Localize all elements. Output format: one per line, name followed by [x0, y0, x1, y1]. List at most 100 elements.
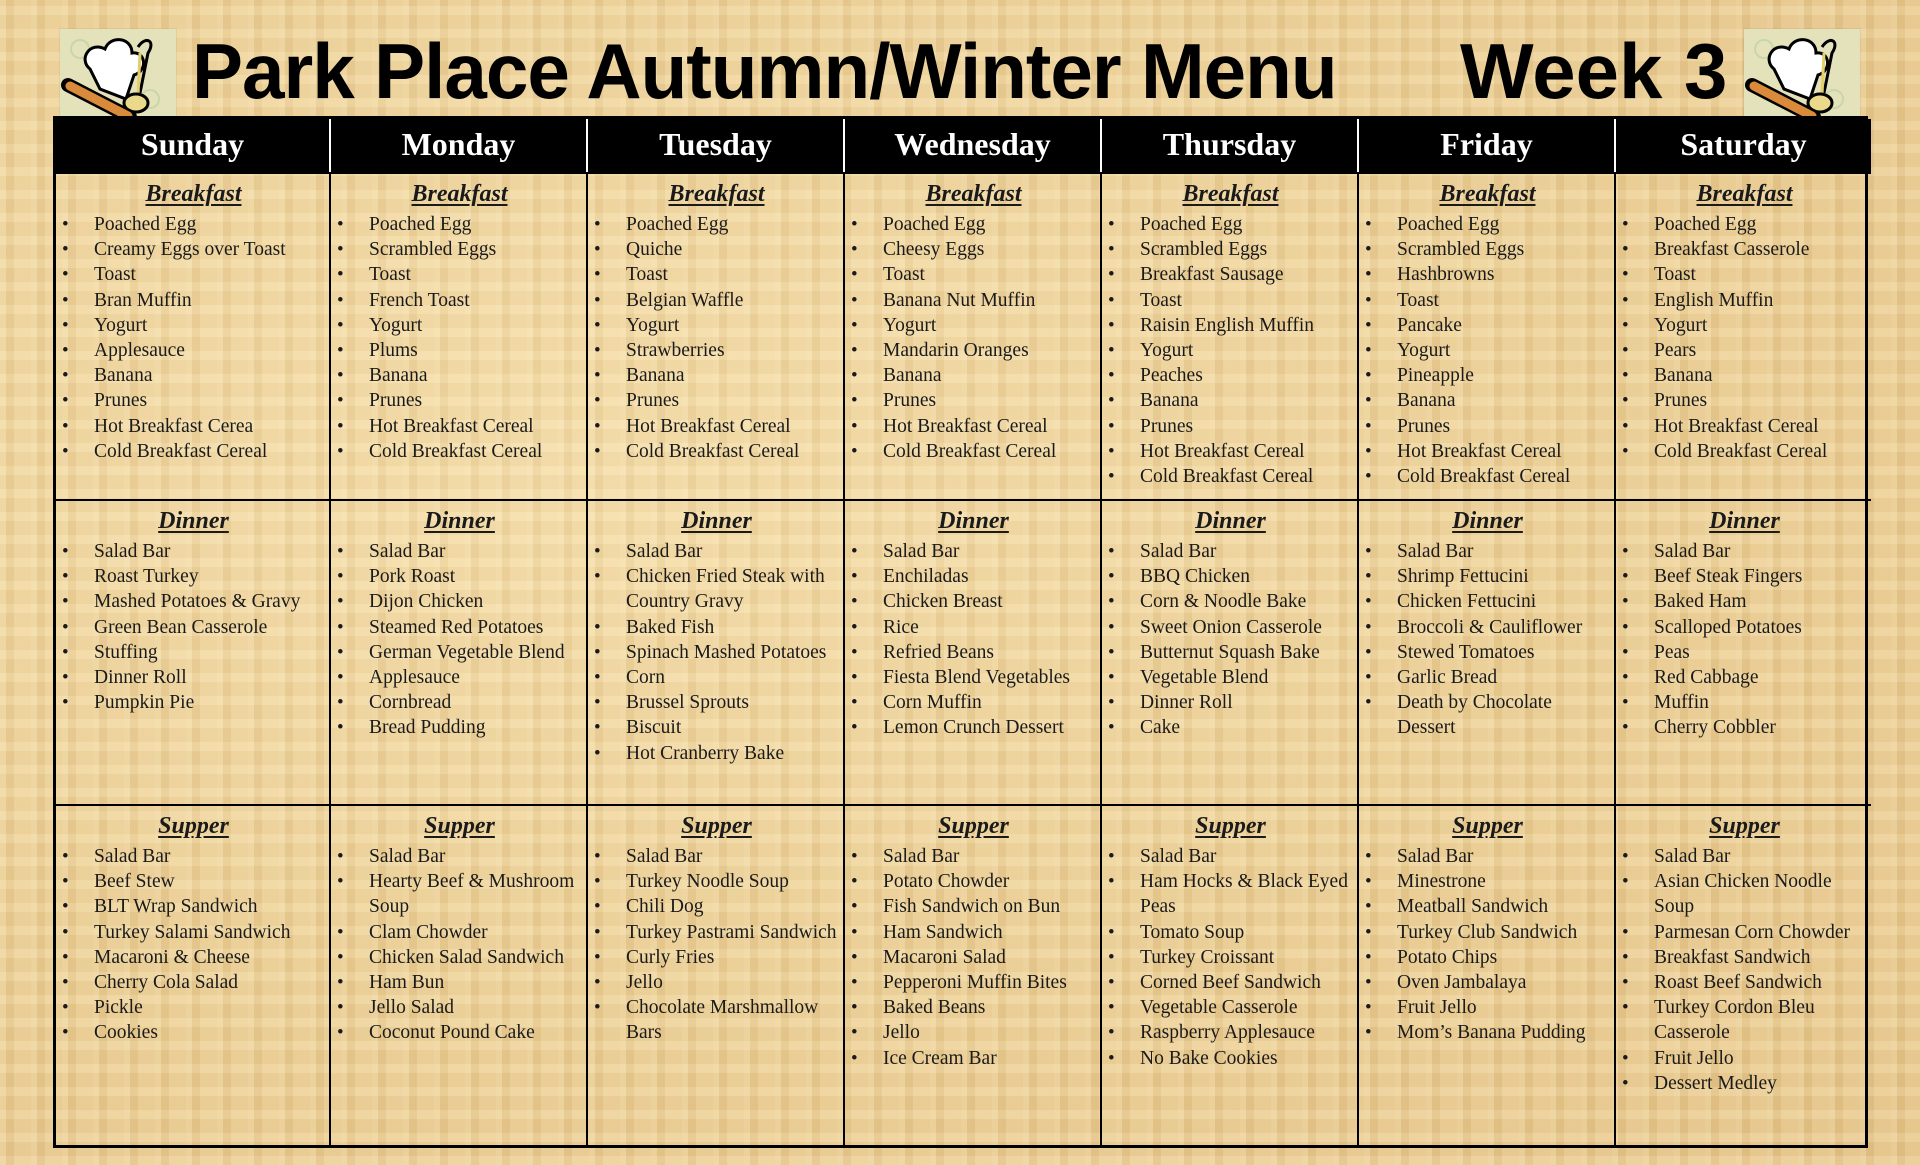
menu-item: Corned Beef Sandwich: [1108, 970, 1353, 995]
supper-cell-thursday: Supper Salad BarHam Hocks & Black Eyed Pe…: [1100, 804, 1357, 1145]
menu-item: Sweet Onion Casserole: [1108, 615, 1353, 640]
menu-item: Hot Breakfast Cereal: [1622, 414, 1867, 439]
menu-item: Stuffing: [62, 640, 325, 665]
menu-item: Salad Bar: [1365, 844, 1610, 869]
menu-item: English Muffin: [1622, 288, 1867, 313]
menu-item: Death by Chocolate Dessert: [1365, 690, 1610, 740]
menu-item: Potato Chips: [1365, 945, 1610, 970]
menu-item: Ham Hocks & Black Eyed Peas: [1108, 869, 1353, 919]
menu-item: Cold Breakfast Cereal: [594, 439, 839, 464]
menu-item: Fiesta Blend Vegetables: [851, 665, 1096, 690]
menu-item: Turkey Croissant: [1108, 945, 1353, 970]
meal-title: Supper: [424, 813, 495, 839]
meal-title: Breakfast: [1439, 181, 1536, 207]
menu-item: Scrambled Eggs: [337, 237, 582, 262]
menu-item: Potato Chowder: [851, 869, 1096, 894]
menu-item: Biscuit: [594, 715, 839, 740]
menu-item: Baked Fish: [594, 615, 839, 640]
menu-item: Pears: [1622, 338, 1867, 363]
supper-list: Salad BarMinestroneMeatball SandwichTurk…: [1365, 844, 1610, 1046]
breakfast-cell-wednesday: BreakfastPoached EggCheesy EggsToastBana…: [843, 172, 1100, 499]
supper-cell-wednesday: Supper Salad BarPotato ChowderFish Sandwi…: [843, 804, 1100, 1145]
menu-item: Pickle: [62, 995, 325, 1020]
menu-item: Lemon Crunch Dessert: [851, 715, 1096, 740]
menu-item: Asian Chicken Noodle Soup: [1622, 869, 1867, 919]
menu-item: Salad Bar: [594, 844, 839, 869]
menu-item: Banana Nut Muffin: [851, 288, 1096, 313]
meal-title: Dinner: [424, 508, 495, 534]
menu-item: Hearty Beef & Mushroom Soup: [337, 869, 582, 919]
menu-item: Jello Salad: [337, 995, 582, 1020]
menu-item: Salad Bar: [594, 539, 839, 564]
menu-item: Ham Bun: [337, 970, 582, 995]
meal-title: Breakfast: [1182, 181, 1279, 207]
menu-item: Hot Breakfast Cereal: [851, 414, 1096, 439]
menu-item: Muffin: [1622, 690, 1867, 715]
menu-item: Turkey Salami Sandwich: [62, 920, 325, 945]
menu-item: Yogurt: [337, 313, 582, 338]
menu-item: Banana: [337, 363, 582, 388]
menu-item: Jello: [594, 970, 839, 995]
menu-item: Peaches: [1108, 363, 1353, 388]
menu-item: Salad Bar: [851, 539, 1096, 564]
menu-item: Steamed Red Potatoes: [337, 615, 582, 640]
menu-item: Cherry Cobbler: [1622, 715, 1867, 740]
menu-item: Meatball Sandwich: [1365, 894, 1610, 919]
menu-item: Curly Fries: [594, 945, 839, 970]
menu-item: Mashed Potatoes & Gravy: [62, 589, 325, 614]
menu-item: Salad Bar: [1108, 844, 1353, 869]
menu-item: Prunes: [1108, 414, 1353, 439]
menu-item: Prunes: [337, 388, 582, 413]
breakfast-cell-friday: Breakfast Poached EggScrambled EggsHashbr…: [1357, 172, 1614, 499]
menu-item: Shrimp Fettucini: [1365, 564, 1610, 589]
supper-list: Salad BarAsian Chicken Noodle SoupParmes…: [1622, 844, 1867, 1096]
supper-list: Salad BarHam Hocks & Black Eyed PeasToma…: [1108, 844, 1353, 1071]
meal-title: Breakfast: [925, 181, 1022, 207]
supper-list: Salad BarPotato ChowderFish Sandwich on …: [851, 844, 1096, 1071]
dinner-list: Salad BarBBQ ChickenCorn & Noodle BakeSw…: [1108, 539, 1353, 741]
meal-title: Dinner: [158, 508, 229, 534]
menu-item: Banana: [1365, 388, 1610, 413]
day-header-tuesday: Tuesday: [586, 119, 843, 172]
menu-item: Pancake: [1365, 313, 1610, 338]
menu-item: Breakfast Casserole: [1622, 237, 1867, 262]
menu-item: Salad Bar: [1365, 539, 1610, 564]
menu-item: Pumpkin Pie: [62, 690, 325, 715]
menu-item: Dessert Medley: [1622, 1071, 1867, 1096]
menu-item: Cake: [1108, 715, 1353, 740]
menu-item: Spinach Mashed Potatoes: [594, 640, 839, 665]
meal-title: Breakfast: [668, 181, 765, 207]
menu-item: Broccoli & Cauliflower: [1365, 615, 1610, 640]
menu-item: Green Bean Casserole: [62, 615, 325, 640]
menu-item: Salad Bar: [1108, 539, 1353, 564]
meal-title: Supper: [681, 813, 752, 839]
menu-item: Hashbrowns: [1365, 262, 1610, 287]
meal-title: Breakfast: [1696, 181, 1793, 207]
menu-item: Creamy Eggs over Toast: [62, 237, 325, 262]
breakfast-list: Poached EggScrambled EggsHashbrownsToast…: [1365, 212, 1610, 489]
breakfast-cell-monday: Breakfast Poached EggScrambled EggsToastF…: [329, 172, 586, 499]
menu-item: Banana: [594, 363, 839, 388]
menu-item: BBQ Chicken: [1108, 564, 1353, 589]
menu-item: Cold Breakfast Cereal: [1365, 464, 1610, 489]
meal-title: Supper: [938, 813, 1009, 839]
dinner-cell-sunday: Dinner Salad BarRoast TurkeyMashed Potato…: [56, 499, 329, 804]
meal-title: Breakfast: [145, 181, 242, 207]
menu-item: Plums: [337, 338, 582, 363]
menu-item: Hot Breakfast Cerea: [62, 414, 325, 439]
menu-item: Corn: [594, 665, 839, 690]
chef-hat-rolling-pin-ladle-icon: [1744, 29, 1860, 124]
menu-item: Beef Stew: [62, 869, 325, 894]
menu-item: Chicken Fettucini: [1365, 589, 1610, 614]
menu-item: Poached Egg: [1365, 212, 1610, 237]
menu-item: Hot Breakfast Cereal: [337, 414, 582, 439]
menu-item: Cold Breakfast Cereal: [1108, 464, 1353, 489]
supper-cell-tuesday: Supper Salad BarTurkey Noodle SoupChili D…: [586, 804, 843, 1145]
menu-item: Salad Bar: [851, 844, 1096, 869]
menu-item: Roast Beef Sandwich: [1622, 970, 1867, 995]
breakfast-cell-sunday: Breakfast Poached EggCreamy Eggs over Toa…: [56, 172, 329, 499]
menu-item: Raisin English Muffin: [1108, 313, 1353, 338]
menu-item: Garlic Bread: [1365, 665, 1610, 690]
menu-item: Cookies: [62, 1020, 325, 1045]
meal-title: Supper: [158, 813, 229, 839]
